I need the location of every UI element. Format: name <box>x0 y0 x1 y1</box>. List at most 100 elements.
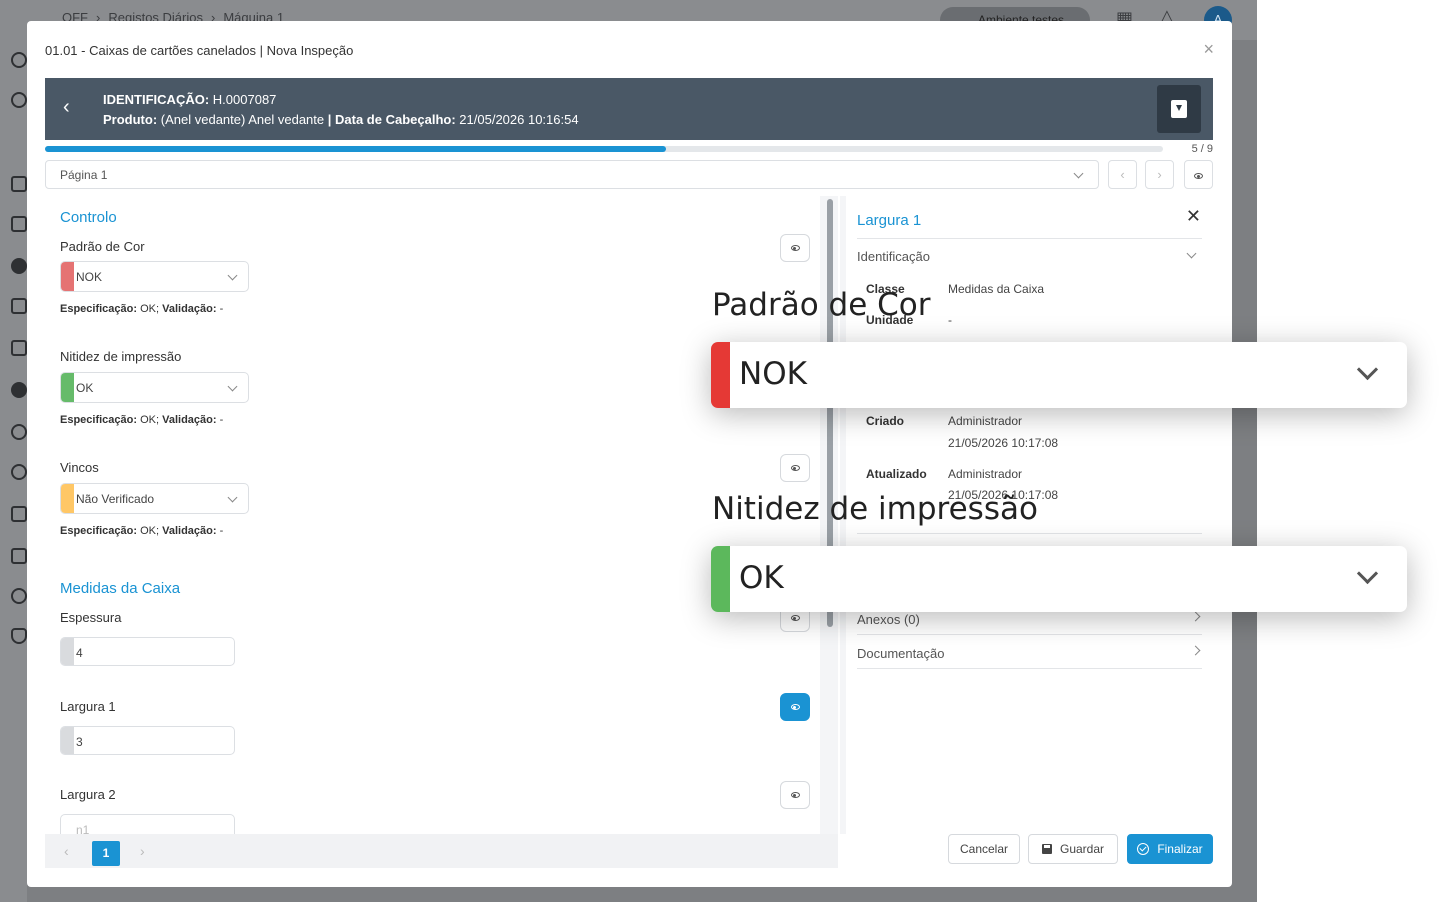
field-label: Largura 2 <box>60 787 116 802</box>
layout-icon[interactable] <box>11 176 27 192</box>
view-details-button-active[interactable] <box>780 693 810 721</box>
largura2-input[interactable]: n1 <box>60 814 235 834</box>
spec-label: Especificação: <box>60 414 138 426</box>
chevron-right-icon[interactable]: › <box>140 843 145 859</box>
save-button[interactable]: Guardar <box>1028 834 1118 864</box>
spec-label: Especificação: <box>60 303 138 315</box>
select-value: Não Verificado <box>76 492 155 506</box>
field-label: Padrão de Cor <box>60 239 145 254</box>
close-icon[interactable]: × <box>1203 39 1214 60</box>
cancel-label: Cancelar <box>959 842 1009 856</box>
nitidez-select[interactable]: OK <box>60 372 249 403</box>
status-strip <box>61 638 74 665</box>
modal-title: 01.01 - Caixas de cartões canelados | No… <box>45 43 354 58</box>
report-icon[interactable] <box>11 340 27 356</box>
check-circle-icon <box>1137 843 1150 855</box>
zoom-nitidez-select[interactable]: OK <box>711 546 1407 612</box>
bolt-icon[interactable] <box>11 424 27 440</box>
board-icon[interactable] <box>11 298 27 314</box>
status-strip <box>711 546 730 612</box>
view-details-button[interactable] <box>780 781 810 809</box>
download-button[interactable] <box>1157 85 1201 133</box>
largura1-input[interactable]: 3 <box>60 726 235 755</box>
finish-label: Finalizar <box>1157 842 1203 856</box>
identificacao-toggle[interactable]: Identificação <box>857 249 930 264</box>
detail-value: Administrador <box>948 414 1023 428</box>
next-page-button[interactable]: › <box>1145 160 1174 189</box>
status-strip <box>61 373 74 402</box>
detail-value: Medidas da Caixa <box>948 282 1045 296</box>
preview-button[interactable] <box>1184 160 1213 189</box>
espessura-input[interactable]: 4 <box>60 637 235 666</box>
page-select[interactable]: Página 1 <box>45 160 1099 189</box>
identification-header: ‹ IDENTIFICAÇÃO: H.0007087 Produto: (Ane… <box>45 78 1213 140</box>
finish-button[interactable]: Finalizar <box>1127 834 1213 864</box>
view-details-button[interactable] <box>780 234 810 262</box>
divider <box>857 533 1202 534</box>
field-label: Largura 1 <box>60 699 116 714</box>
detail-key: Criado <box>866 414 905 428</box>
product-value: (Anel vedante) Anel vedante <box>160 112 325 127</box>
validation-value: - <box>219 414 224 426</box>
vincos-select[interactable]: Não Verificado <box>60 483 249 514</box>
table-icon[interactable] <box>11 216 27 232</box>
id-label: IDENTIFICAÇÃO: <box>103 92 210 107</box>
progress-bar <box>45 146 1163 152</box>
identification-line: IDENTIFICAÇÃO: H.0007087 <box>103 92 276 107</box>
shield-icon[interactable] <box>11 628 27 644</box>
network-icon[interactable] <box>11 506 27 522</box>
chevron-down-icon <box>227 492 238 503</box>
cancel-button[interactable]: Cancelar <box>948 834 1020 864</box>
form-panel: Controlo Padrão de Cor NOK Especificação… <box>45 196 820 834</box>
validation-value: - <box>219 525 224 537</box>
settings-icon[interactable] <box>11 588 27 604</box>
page-number[interactable]: 1 <box>92 841 120 866</box>
eye-icon <box>790 615 800 621</box>
save-label: Guardar <box>1059 842 1105 856</box>
verify-icon[interactable] <box>11 464 27 480</box>
detail-value: Administrador <box>948 467 1023 481</box>
spec-value: OK; <box>140 303 160 315</box>
prev-page-button[interactable]: ‹ <box>1108 160 1137 189</box>
check-icon[interactable] <box>11 52 27 68</box>
validation-label: Validação: <box>162 525 217 537</box>
status-strip <box>61 484 74 513</box>
documentacao-toggle[interactable]: Documentação <box>857 646 944 661</box>
gauge-icon[interactable] <box>11 92 27 108</box>
chevron-down-icon <box>227 381 238 392</box>
blank-area <box>1257 0 1444 902</box>
input-placeholder: n1 <box>76 823 90 834</box>
details-title: Largura 1 <box>857 212 922 229</box>
chart-icon[interactable] <box>11 548 27 564</box>
eye-icon <box>790 465 800 471</box>
chevron-left-icon: ‹ <box>1120 167 1125 182</box>
date-value: 21/05/2026 10:16:54 <box>459 112 579 127</box>
field-label: Espessura <box>60 610 122 625</box>
view-details-button[interactable] <box>780 454 810 482</box>
input-value: 4 <box>76 646 83 660</box>
status-strip <box>61 727 74 754</box>
zoom-padrao-cor-select[interactable]: NOK <box>711 342 1407 408</box>
chevron-left-icon[interactable]: ‹ <box>64 843 69 859</box>
pagination: ‹ 1 › <box>45 834 838 868</box>
divider <box>857 668 1202 669</box>
eye-icon <box>790 704 800 710</box>
date-label: Data de Cabeçalho: <box>335 112 456 127</box>
spec-line: Especificação: OK; Validação: - <box>60 414 223 426</box>
divider <box>857 634 1202 635</box>
padrao-cor-select[interactable]: NOK <box>60 261 249 292</box>
alert-circle-icon[interactable] <box>11 258 27 274</box>
detail-value: 21/05/2026 10:17:08 <box>948 436 1059 450</box>
anexos-toggle[interactable]: Anexos (0) <box>857 612 920 627</box>
page-select-value: Página 1 <box>60 168 108 182</box>
field-label: Nitidez de impressão <box>60 349 182 364</box>
select-value: OK <box>76 381 94 395</box>
close-icon[interactable]: ✕ <box>1186 206 1201 227</box>
zoom-value: OK <box>739 560 784 596</box>
back-icon[interactable]: ‹ <box>63 96 70 119</box>
dashboard-icon[interactable] <box>11 382 27 398</box>
separator: | <box>327 112 332 127</box>
zoom-value: NOK <box>739 356 807 392</box>
validation-label: Validação: <box>162 303 217 315</box>
input-value: 3 <box>76 735 83 749</box>
